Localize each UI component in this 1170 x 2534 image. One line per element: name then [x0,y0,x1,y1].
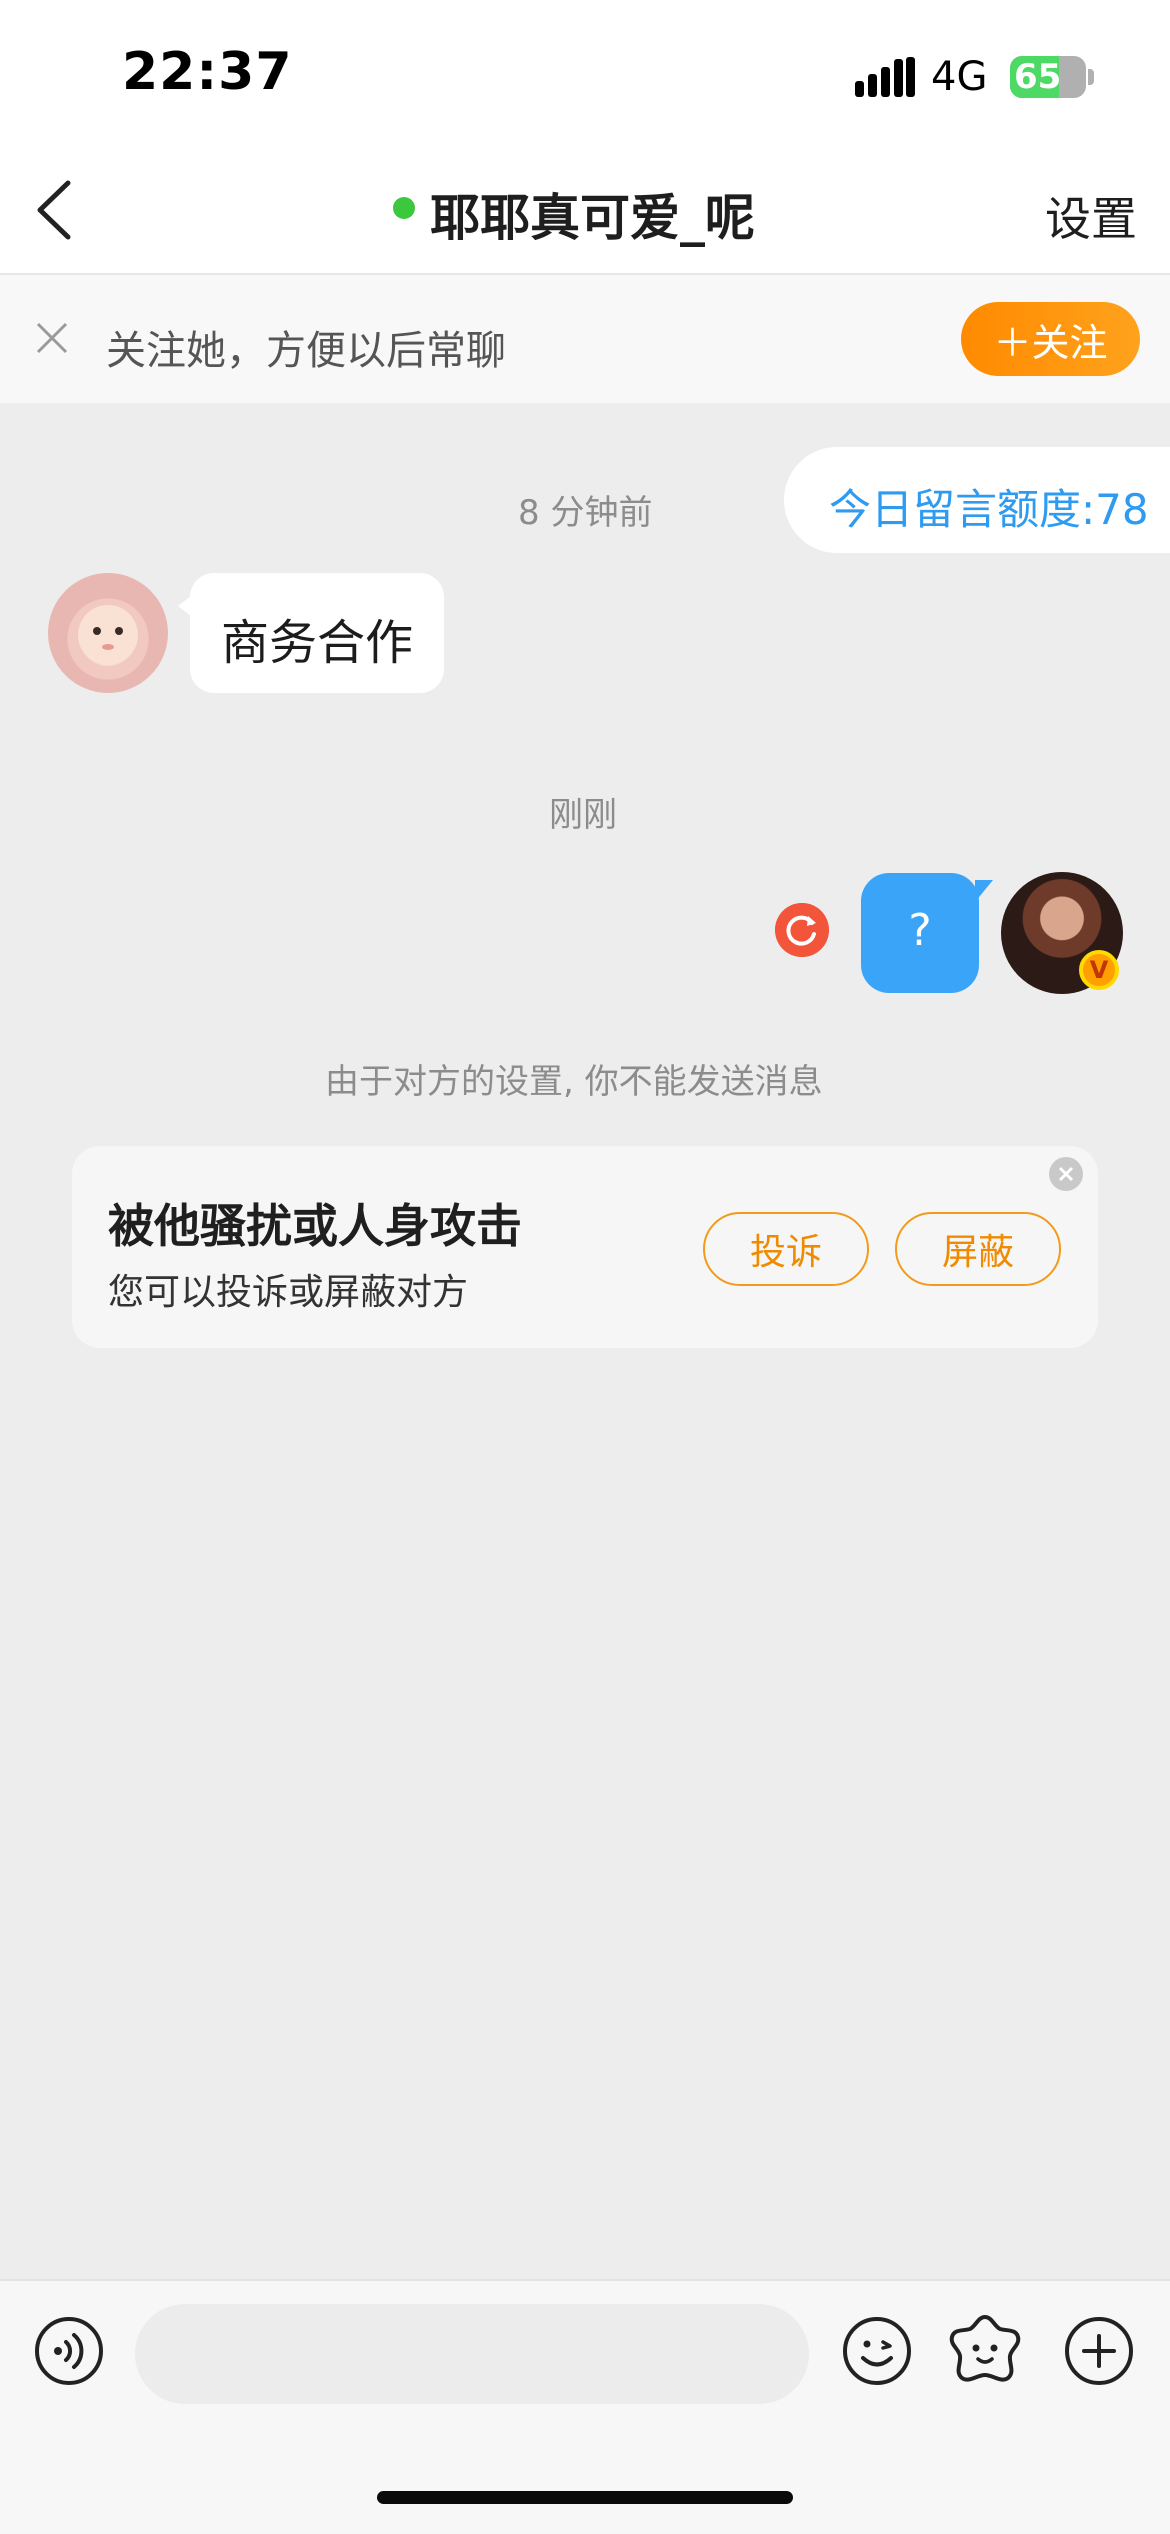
block-button[interactable]: 屏蔽 [895,1212,1061,1286]
online-status-dot [393,197,415,219]
settings-button[interactable]: 设置 [1045,183,1137,249]
chat-title: 耶耶真可爱_呢 [430,189,755,247]
message-timestamp: 8 分钟前 [518,493,653,533]
incoming-message-text: 商务合作 [221,615,414,671]
outgoing-message-text: ? [908,905,932,956]
chevron-left-icon[interactable] [30,175,90,245]
follow-prompt-text: 关注她，方便以后常聊 [106,328,506,374]
sticker-icon[interactable] [948,2312,1022,2386]
message-timestamp: 刚刚 [549,795,617,835]
emoji-icon[interactable] [842,2316,912,2386]
battery-tip [1088,69,1094,85]
contact-avatar[interactable] [48,573,168,693]
bubble-tail [975,880,993,902]
harassment-title: 被他骚扰或人身攻击 [108,1199,522,1253]
message-quota-text: 今日留言额度:78 [829,485,1149,534]
status-time: 22:37 [122,42,293,102]
follow-button[interactable]: ＋关注 [961,302,1140,376]
plus-icon[interactable] [1064,2316,1134,2386]
close-icon[interactable] [1049,1157,1083,1191]
close-icon[interactable] [32,318,72,358]
battery-percent: 65 [1014,57,1062,97]
battery-icon: 65 [1010,56,1086,98]
home-indicator [377,2491,793,2504]
retry-icon[interactable] [775,903,829,957]
network-type: 4G [931,54,988,100]
signal-bars-icon [855,57,915,97]
harassment-subtitle: 您可以投诉或屏蔽对方 [108,1272,469,1313]
message-input[interactable] [135,2304,809,2404]
voice-icon[interactable] [34,2316,104,2386]
complain-button[interactable]: 投诉 [703,1212,869,1286]
vip-badge-icon: V [1079,950,1119,990]
blocked-notice: 由于对方的设置, 你不能发送消息 [325,1062,823,1102]
